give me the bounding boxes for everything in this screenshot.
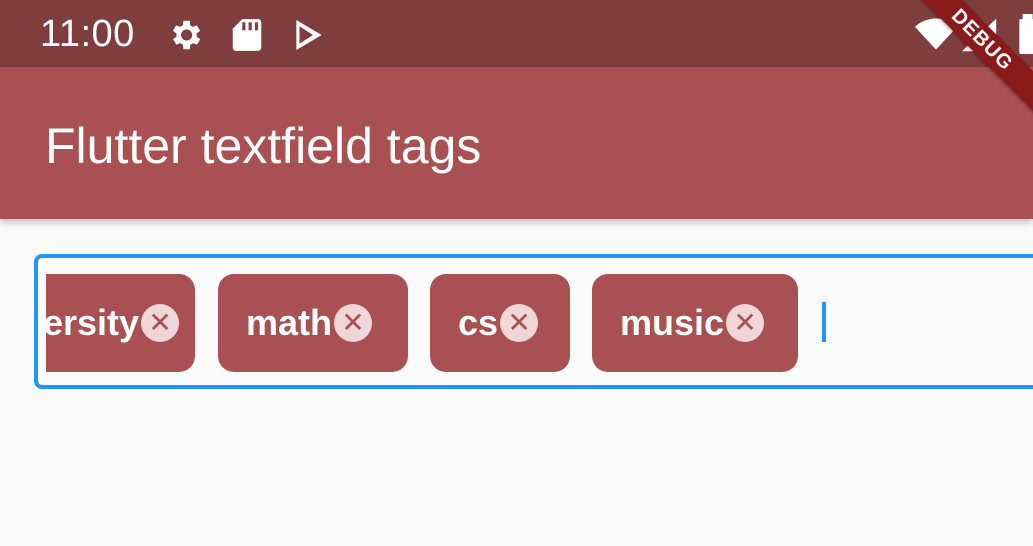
gear-icon bbox=[166, 16, 204, 59]
close-glyph: ✕ bbox=[733, 307, 757, 338]
tag-chip: university ✕ bbox=[46, 274, 195, 372]
status-time: 11:00 bbox=[40, 13, 135, 55]
sd-card-icon bbox=[230, 16, 264, 59]
play-store-icon bbox=[290, 16, 328, 59]
close-glyph: ✕ bbox=[341, 307, 365, 338]
close-circle-icon[interactable]: ✕ bbox=[334, 304, 373, 342]
close-circle-icon[interactable]: ✕ bbox=[726, 304, 765, 342]
close-circle-icon[interactable]: ✕ bbox=[141, 304, 180, 342]
tags-text-field[interactable]: university ✕ math ✕ cs ✕ music ✕ bbox=[34, 254, 1033, 389]
tag-label: music bbox=[620, 302, 725, 343]
tag-chip: music ✕ bbox=[592, 274, 798, 372]
close-glyph: ✕ bbox=[507, 307, 531, 338]
close-circle-icon[interactable]: ✕ bbox=[500, 304, 539, 342]
tag-chip: cs ✕ bbox=[430, 274, 570, 372]
status-bar: 11:00 bbox=[0, 0, 1033, 67]
tag-label: cs bbox=[458, 302, 499, 343]
text-cursor bbox=[822, 302, 826, 342]
tag-label: math bbox=[246, 302, 333, 343]
page-title: Flutter textfield tags bbox=[45, 118, 482, 174]
close-glyph: ✕ bbox=[148, 307, 172, 338]
battery-icon bbox=[1016, 14, 1033, 59]
tags-scroll-area[interactable]: university ✕ math ✕ cs ✕ music ✕ bbox=[46, 258, 1033, 385]
tag-label: university bbox=[46, 302, 140, 343]
tag-chip: math ✕ bbox=[218, 274, 408, 372]
